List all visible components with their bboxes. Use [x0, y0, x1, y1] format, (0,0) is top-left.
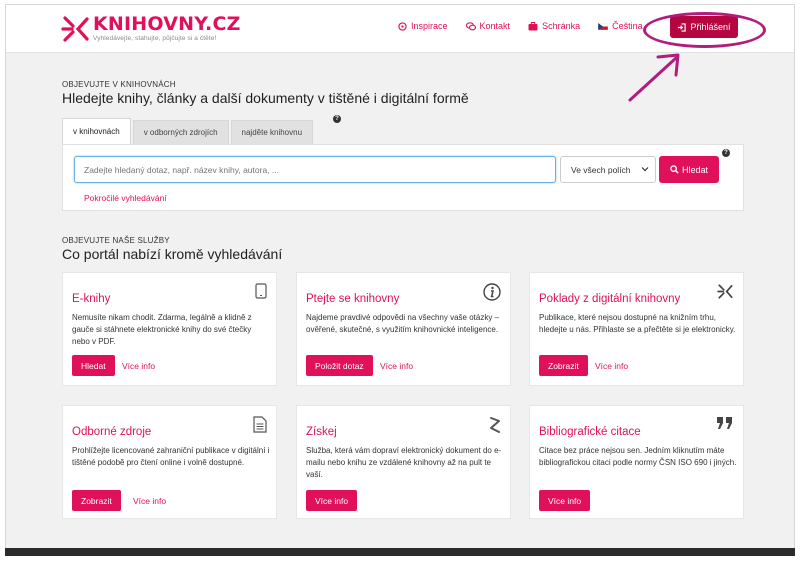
brand-tagline: Vyhledávejte, stahujte, půjčujte si a čt… [93, 35, 217, 42]
info-icon [483, 283, 501, 301]
top-nav: Inspirace Kontakt Schránka Čeština [398, 21, 661, 31]
card-more-link[interactable]: Více info [595, 361, 628, 371]
nav-language-label: Čeština [612, 21, 643, 31]
card-primary-button[interactable]: Zobrazit [72, 490, 121, 511]
card-primary-button[interactable]: Více info [306, 490, 358, 511]
search-tabs: v knihovnách v odborných zdrojích najdět… [62, 118, 315, 144]
search-kicker: OBJEVUJTE V KNIHOVNÁCH [62, 80, 176, 89]
card-title[interactable]: Poklady z digitální knihovny [539, 293, 680, 305]
search-scope-value: Ve všech polích [571, 164, 631, 175]
nav-kontakt[interactable]: Kontakt [465, 21, 511, 31]
card-title[interactable]: E-knihy [72, 293, 110, 305]
service-card-citace: Bibliografické citace Citace bez práce n… [529, 405, 744, 519]
briefcase-icon [528, 21, 538, 30]
search-icon [670, 165, 679, 174]
card-title[interactable]: Bibliografické citace [539, 426, 641, 438]
lightbulb-icon [398, 21, 407, 31]
nav-kontakt-label: Kontakt [479, 21, 511, 31]
card-primary-button[interactable]: Zobrazit [539, 355, 588, 376]
card-primary-button[interactable]: Hledat [72, 355, 115, 376]
card-more-link[interactable]: Více info [380, 361, 413, 371]
search-panel: Ve všech polích Hledat Pokročilé vyhledá… [62, 144, 744, 211]
tabs-help-icon[interactable]: ? [333, 115, 341, 123]
search-scope-select[interactable]: Ve všech polích [560, 156, 656, 183]
card-more-link[interactable]: Více info [122, 361, 155, 371]
card-text: Prohlížejte licencované zahraniční publi… [72, 446, 270, 467]
card-text: Citace bez práce nejsou sen. Jedním klik… [539, 446, 737, 467]
czech-flag-icon [598, 22, 609, 30]
search-input[interactable] [74, 156, 556, 183]
search-help-icon[interactable]: ? [722, 149, 730, 157]
annotation-oval [643, 12, 766, 48]
card-text: Nemusíte nikam chodit. Zdarma, legálně a… [72, 313, 252, 346]
services-kicker: OBJEVUJTE NAŠE SLUŽBY [62, 236, 170, 245]
tab-najdete-knihovnu[interactable]: najděte knihovnu [230, 120, 314, 144]
annotation-arrow [628, 53, 680, 102]
browser-viewport: KNIHOVNY.CZ Vyhledávejte, stahujte, půjč… [5, 4, 795, 554]
card-text: Publikace, které nejsou dostupné na kniž… [539, 313, 736, 334]
card-title[interactable]: Získej [306, 426, 337, 438]
site-logo[interactable]: KNIHOVNY.CZ Vyhledávejte, stahujte, půjč… [61, 14, 241, 44]
card-text: Služba, která vám dopraví elektronický d… [306, 446, 502, 479]
tab-v-knihovnach[interactable]: v knihovnách [62, 118, 131, 144]
chat-icon [465, 21, 476, 30]
search-title: Hledejte knihy, články a další dokumenty… [62, 90, 469, 106]
chevron-down-icon [641, 167, 649, 172]
brand-name: KNIHOVNY.CZ [93, 13, 241, 35]
card-primary-button[interactable]: Více info [539, 490, 591, 511]
knihovny-logo-icon [717, 284, 733, 299]
ziskej-logo-icon [490, 417, 500, 433]
nav-inspirace-label: Inspirace [411, 21, 448, 31]
nav-language[interactable]: Čeština [598, 21, 643, 31]
advanced-search-link[interactable]: Pokročilé vyhledávání [84, 193, 167, 203]
nav-schranka[interactable]: Schránka [528, 21, 580, 31]
card-more-link[interactable]: Více info [133, 496, 166, 506]
tablet-icon [255, 283, 267, 299]
service-card-e-knihy: E-knihy Nemusíte nikam chodit. Zdarma, l… [62, 272, 277, 386]
card-title[interactable]: Odborné zdroje [72, 426, 151, 438]
nav-inspirace[interactable]: Inspirace [398, 21, 448, 31]
search-button[interactable]: Hledat [659, 156, 719, 183]
service-card-poklady: Poklady z digitální knihovny Publikace, … [529, 272, 744, 386]
card-primary-button[interactable]: Položit dotaz [306, 355, 373, 376]
knihovny-logo-icon [61, 16, 89, 42]
quote-icon [717, 417, 732, 429]
service-card-ziskej: Získej Služba, která vám dopraví elektro… [296, 405, 511, 519]
nav-schranka-label: Schránka [542, 21, 581, 31]
search-button-label: Hledat [681, 164, 708, 175]
card-title[interactable]: Ptejte se knihovny [306, 293, 399, 305]
document-icon [253, 416, 267, 433]
service-card-ptejte-se: Ptejte se knihovny Najdeme pravdivé odpo… [296, 272, 511, 386]
service-card-odborne-zdroje: Odborné zdroje Prohlížejte licencované z… [62, 405, 277, 519]
tab-odborne-zdroje[interactable]: v odborných zdrojích [132, 120, 229, 144]
footer-bar [5, 548, 795, 556]
services-title: Co portál nabízí kromě vyhledávání [62, 246, 283, 262]
card-text: Najdeme pravdivé odpovědi na všechny vaš… [306, 313, 499, 334]
